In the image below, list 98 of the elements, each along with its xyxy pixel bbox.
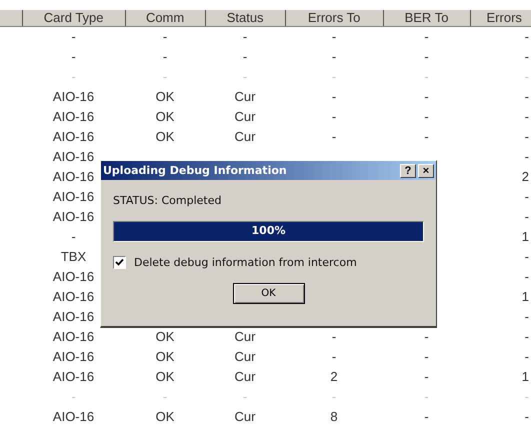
table-cell: AIO-16 — [52, 349, 94, 364]
table-cell: AIO-16 — [52, 109, 94, 124]
table-cell: - — [524, 389, 529, 404]
table-cell: AIO-16 — [52, 169, 94, 184]
table-cell: OK — [156, 349, 174, 364]
table-cell: AIO-16 — [52, 289, 94, 304]
table-cell: OK — [156, 109, 174, 124]
table-cell: - — [71, 69, 76, 84]
table-cell: OK — [156, 129, 174, 144]
table-cell: AIO-16 — [52, 409, 94, 424]
table-cell: - — [424, 49, 429, 64]
table-cell: Cur — [234, 409, 256, 424]
table-cell: - — [332, 329, 336, 344]
table-cell: - — [242, 69, 248, 84]
table-cell: - — [71, 49, 76, 64]
table-cell: - — [162, 29, 168, 44]
table-cell: 2 — [522, 169, 529, 184]
table-cell: 1 — [522, 369, 529, 384]
table-cell: - — [242, 389, 248, 404]
table-cell: - — [332, 69, 336, 84]
checkbox[interactable] — [113, 256, 126, 269]
table-cell: - — [524, 49, 529, 64]
table-cell: - — [71, 389, 76, 404]
table-cell: - — [242, 29, 248, 44]
table-cell: - — [332, 389, 336, 404]
table-cell: AIO-16 — [52, 129, 94, 144]
table-cell: - — [424, 389, 429, 404]
table-cell: - — [424, 89, 429, 104]
table-cell: - — [524, 89, 529, 104]
status-text: STATUS: Completed — [113, 194, 222, 207]
table-cell: TBX — [60, 249, 86, 264]
table-cell: - — [524, 109, 529, 124]
table-cell: - — [332, 89, 336, 104]
column-header[interactable]: Status — [206, 10, 286, 26]
table-cell: - — [524, 309, 529, 324]
table-cell: - — [424, 109, 429, 124]
table-cell: - — [162, 69, 168, 84]
table-cell: OK — [156, 409, 174, 424]
table-cell: - — [524, 349, 529, 364]
table-cell: - — [524, 249, 529, 264]
table-cell: Cur — [234, 129, 256, 144]
progress-label: 100% — [252, 224, 286, 237]
table-cell: - — [524, 129, 529, 144]
table-cell: Cur — [234, 369, 256, 384]
table-cell: - — [524, 149, 529, 164]
table-cell: - — [524, 329, 529, 344]
column-header[interactable]: BER To — [384, 10, 471, 26]
table-cell: AIO-16 — [52, 209, 94, 224]
table-cell: Cur — [234, 89, 256, 104]
table-cell: AIO-16 — [52, 369, 94, 384]
table-cell: - — [332, 49, 336, 64]
close-button[interactable]: × — [418, 164, 434, 178]
column-header[interactable]: Comm — [126, 10, 206, 26]
table-cell: - — [424, 29, 429, 44]
table-cell: AIO-16 — [52, 149, 94, 164]
table-cell: - — [332, 109, 336, 124]
table-cell: - — [332, 129, 336, 144]
column-header[interactable]: Errors To — [286, 10, 384, 26]
table-cell: - — [162, 389, 168, 404]
table-cell: - — [332, 29, 336, 44]
table-cell: AIO-16 — [52, 89, 94, 104]
table-cell: - — [424, 349, 429, 364]
ok-button[interactable]: OK — [232, 283, 304, 304]
table-cell: - — [524, 69, 529, 84]
table-cell: 8 — [330, 409, 338, 424]
table-cell: AIO-16 — [52, 309, 94, 324]
table-cell: - — [424, 329, 429, 344]
table-cell: 2 — [330, 369, 338, 384]
table-cell: - — [424, 129, 429, 144]
table-cell: - — [332, 349, 336, 364]
table-cell: AIO-16 — [52, 269, 94, 284]
checkbox-label: Delete debug information from intercom — [134, 256, 357, 269]
window-title: Uploading Debug Information — [103, 164, 288, 177]
table-cell: 1 — [522, 289, 529, 304]
table-cell: - — [71, 229, 76, 244]
table-cell: AIO-16 — [52, 189, 94, 204]
table-cell: OK — [156, 89, 174, 104]
column-header[interactable]: Card Type — [22, 10, 126, 26]
table-cell: - — [424, 409, 429, 424]
table-cell: OK — [156, 369, 174, 384]
table-cell: - — [524, 269, 529, 284]
table-cell: Cur — [234, 109, 256, 124]
table-cell: - — [524, 189, 529, 204]
table-cell: Cur — [234, 329, 256, 344]
table-cell: AIO-16 — [52, 329, 94, 344]
table-cell: OK — [156, 329, 174, 344]
table-cell: - — [71, 29, 76, 44]
table-cell: - — [424, 369, 429, 384]
table-cell: - — [242, 49, 248, 64]
help-button[interactable]: ? — [400, 164, 416, 178]
table-cell: Cur — [234, 349, 256, 364]
table-cell: - — [524, 409, 529, 424]
table-cell: - — [524, 209, 529, 224]
table-cell: - — [524, 29, 529, 44]
table-cell: - — [162, 49, 168, 64]
column-header[interactable]: Errors — [470, 10, 531, 26]
table-cell: - — [424, 69, 429, 84]
table-cell: 1 — [522, 229, 529, 244]
